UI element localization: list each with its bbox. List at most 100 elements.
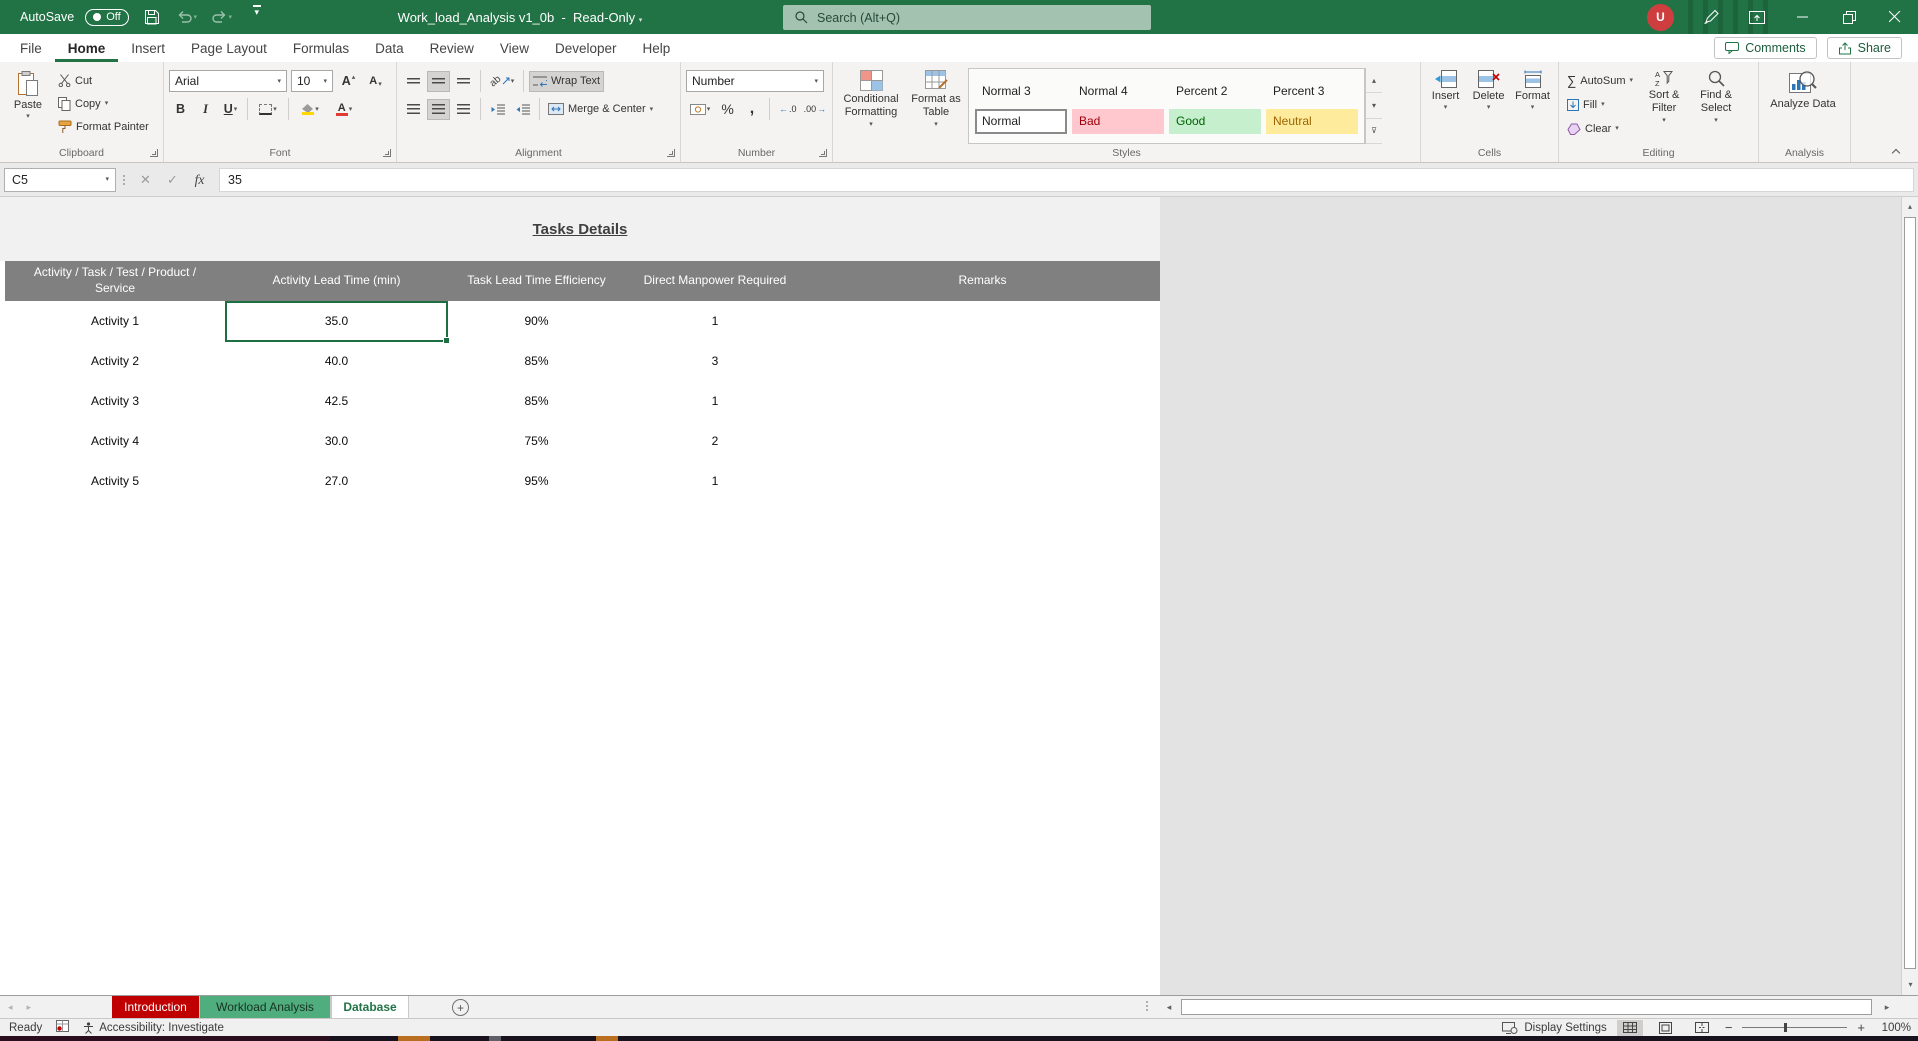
zoom-slider[interactable] xyxy=(1742,1023,1848,1032)
comments-button[interactable]: Comments xyxy=(1714,37,1817,59)
style-bad[interactable]: Bad xyxy=(1072,108,1164,134)
column-header-lead-time[interactable]: Activity Lead Time (min) xyxy=(225,273,448,289)
scroll-right-arrow[interactable]: ▸ xyxy=(1878,996,1896,1018)
scroll-down-arrow[interactable]: ▾ xyxy=(1902,975,1918,993)
avatar[interactable]: U xyxy=(1647,3,1674,31)
style-percent-2[interactable]: Percent 2 xyxy=(1169,79,1261,104)
bold-button[interactable]: B xyxy=(169,99,192,120)
middle-align-button[interactable] xyxy=(427,70,450,92)
cell-manpower[interactable]: 1 xyxy=(625,314,805,328)
conditional-formatting-button[interactable]: Conditional Formatting ▾ xyxy=(838,68,904,144)
tab-file[interactable]: File xyxy=(0,34,55,62)
horizontal-scroll-thumb[interactable] xyxy=(1181,999,1872,1015)
cell-activity-name[interactable]: Activity 2 xyxy=(5,354,225,368)
page-layout-view-button[interactable] xyxy=(1653,1020,1679,1036)
cell-manpower[interactable]: 3 xyxy=(625,354,805,368)
inking-button[interactable] xyxy=(1688,0,1734,34)
underline-button[interactable]: U ▾ xyxy=(219,99,242,120)
format-as-table-button[interactable]: Format as Table ▾ xyxy=(908,68,964,144)
number-format-select[interactable]: Number ▾ xyxy=(686,70,824,92)
name-box[interactable]: C5 ▾ xyxy=(4,167,116,192)
zoom-slider-thumb[interactable] xyxy=(1784,1023,1788,1032)
style-normal-3[interactable]: Normal 3 xyxy=(975,79,1067,104)
sheet-tab-workload-analysis[interactable]: Workload Analysis xyxy=(200,996,331,1018)
zoom-level[interactable]: 100% xyxy=(1875,1022,1911,1034)
alignment-dialog-launcher[interactable] xyxy=(667,149,675,157)
undo-button[interactable]: ▾ xyxy=(175,5,199,29)
align-center-button[interactable] xyxy=(427,98,450,120)
cell-efficiency[interactable]: 85% xyxy=(448,354,625,368)
format-cells-button[interactable]: Format ▾ xyxy=(1512,68,1553,144)
tab-home[interactable]: Home xyxy=(55,34,119,62)
align-right-button[interactable] xyxy=(452,99,475,120)
tab-page-layout[interactable]: Page Layout xyxy=(178,34,280,62)
autosum-button[interactable]: ∑ AutoSum ▾ xyxy=(1564,70,1636,91)
style-normal[interactable]: Normal xyxy=(975,108,1067,134)
wrap-text-button[interactable]: Wrap Text xyxy=(529,70,605,92)
save-button[interactable] xyxy=(140,5,164,29)
column-header-manpower[interactable]: Direct Manpower Required xyxy=(625,273,805,289)
accounting-format-button[interactable]: ▾ xyxy=(686,99,714,120)
display-settings-button[interactable]: Display Settings xyxy=(1502,1021,1607,1034)
borders-button[interactable]: ▾ xyxy=(253,99,283,120)
cell-activity-name[interactable]: Activity 5 xyxy=(5,474,225,488)
decrease-indent-button[interactable] xyxy=(486,99,509,120)
insert-function-button[interactable]: fx xyxy=(186,168,213,192)
cut-button[interactable]: Cut xyxy=(55,70,152,91)
gallery-more-button[interactable]: ⊽ xyxy=(1366,119,1382,144)
column-header-activity[interactable]: Activity / Task / Test / Product / Servi… xyxy=(5,265,225,296)
tab-developer[interactable]: Developer xyxy=(542,34,630,62)
delete-cells-button[interactable]: Delete ▾ xyxy=(1469,68,1508,144)
orientation-button[interactable]: ab ▾ xyxy=(486,71,518,92)
minimize-button[interactable] xyxy=(1780,0,1826,34)
close-button[interactable] xyxy=(1872,0,1918,34)
zoom-in-button[interactable]: + xyxy=(1857,1020,1865,1035)
analyze-data-button[interactable]: Analyze Data xyxy=(1764,68,1842,144)
column-header-remarks[interactable]: Remarks xyxy=(805,273,1160,289)
tab-view[interactable]: View xyxy=(487,34,542,62)
decrease-decimal-button[interactable]: .00 → xyxy=(803,99,827,120)
scroll-left-arrow[interactable]: ◂ xyxy=(1160,996,1178,1018)
cell-activity-name[interactable]: Activity 1 xyxy=(5,314,225,328)
cell-lead-time[interactable]: 42.5 xyxy=(225,394,448,408)
formula-bar-splitter[interactable] xyxy=(123,174,125,185)
increase-font-button[interactable]: A ▴ xyxy=(337,71,360,92)
find-select-button[interactable]: Find & Select ▾ xyxy=(1692,68,1740,144)
increase-decimal-button[interactable]: ← .0 xyxy=(776,99,800,120)
name-box-dropdown[interactable]: ▾ xyxy=(99,176,115,183)
gallery-scroll-down[interactable]: ▾ xyxy=(1366,93,1382,119)
format-painter-button[interactable]: Format Painter xyxy=(55,116,152,137)
align-left-button[interactable] xyxy=(402,99,425,120)
prev-sheet-arrow[interactable]: ◂ xyxy=(8,1002,13,1013)
cancel-button[interactable]: ✕ xyxy=(132,168,159,192)
page-break-view-button[interactable] xyxy=(1689,1020,1715,1036)
document-title[interactable]: Work_load_Analysis v1_0b - Read-Only ▾ xyxy=(300,10,740,25)
normal-view-button[interactable] xyxy=(1616,1019,1643,1036)
clipboard-dialog-launcher[interactable] xyxy=(150,149,158,157)
cell-lead-time[interactable]: 35.0 xyxy=(225,314,448,328)
percent-style-button[interactable]: % xyxy=(717,99,738,120)
cell-efficiency[interactable]: 85% xyxy=(448,394,625,408)
sheet-tab-introduction[interactable]: Introduction xyxy=(112,996,200,1018)
increase-indent-button[interactable] xyxy=(511,99,534,120)
ribbon-display-options-button[interactable] xyxy=(1734,0,1780,34)
tab-formulas[interactable]: Formulas xyxy=(280,34,362,62)
sort-filter-button[interactable]: A Z Sort & Filter ▾ xyxy=(1640,68,1688,144)
bottom-align-button[interactable] xyxy=(452,71,475,92)
new-sheet-button[interactable]: + xyxy=(452,999,469,1016)
tab-review[interactable]: Review xyxy=(417,34,487,62)
accessibility-status[interactable]: Accessibility: Investigate xyxy=(83,1022,224,1034)
style-percent-3[interactable]: Percent 3 xyxy=(1266,79,1358,104)
cell-efficiency[interactable]: 95% xyxy=(448,474,625,488)
search-input[interactable]: Search (Alt+Q) xyxy=(783,5,1151,30)
comma-style-button[interactable]: , xyxy=(741,99,762,120)
cell-lead-time[interactable]: 27.0 xyxy=(225,474,448,488)
cell-activity-name[interactable]: Activity 4 xyxy=(5,434,225,448)
clear-button[interactable]: Clear ▾ xyxy=(1564,118,1636,139)
cell-efficiency[interactable]: 90% xyxy=(448,314,625,328)
style-good[interactable]: Good xyxy=(1169,108,1261,134)
paste-button[interactable]: Paste ▾ xyxy=(5,68,51,144)
merge-center-button[interactable]: Merge & Center ▾ xyxy=(545,99,656,120)
insert-cells-button[interactable]: Insert ▾ xyxy=(1426,68,1465,144)
sheet-tab-database[interactable]: Database xyxy=(331,996,409,1018)
